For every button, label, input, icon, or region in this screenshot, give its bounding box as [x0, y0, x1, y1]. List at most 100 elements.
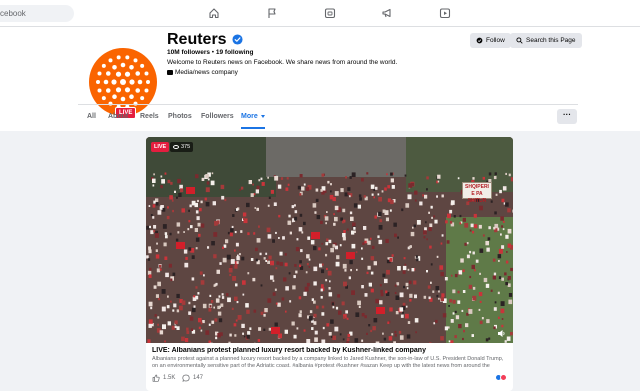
crowd-figure — [471, 264, 475, 270]
verified-badge-icon — [232, 34, 243, 45]
volume-icon[interactable] — [497, 329, 506, 338]
crowd-figure — [370, 256, 375, 261]
flag-icon[interactable] — [266, 7, 278, 19]
crowd-figure — [388, 336, 393, 341]
crowd-figure — [234, 334, 237, 337]
follow-button[interactable]: Follow — [470, 33, 511, 48]
followers-count[interactable]: 10M followers — [167, 49, 210, 56]
crowd-figure — [488, 172, 492, 176]
crowd-figure — [326, 267, 328, 270]
crowd-figure — [462, 269, 465, 273]
crowd-figure — [177, 231, 180, 234]
thumbs-up-icon — [152, 374, 160, 382]
crowd-figure — [155, 202, 159, 206]
crowd-figure — [321, 269, 325, 274]
crowd-figure — [155, 254, 160, 259]
post-title[interactable]: LIVE: Albanians protest planned luxury r… — [152, 347, 507, 354]
crowd-figure — [429, 223, 433, 228]
more-options-button[interactable]: ··· — [557, 109, 577, 124]
search-input[interactable]: cebook — [0, 5, 74, 22]
crowd-figure — [342, 208, 346, 213]
crowd-figure — [242, 332, 244, 335]
tab-about[interactable]: About — [108, 109, 128, 129]
following-count[interactable]: 19 following — [216, 49, 254, 56]
gaming-icon[interactable] — [439, 7, 451, 19]
crowd-figure — [348, 276, 351, 280]
crowd-figure — [400, 314, 404, 318]
home-icon[interactable] — [208, 7, 220, 19]
crowd-figure — [243, 217, 246, 221]
crowd-figure — [325, 253, 328, 257]
crowd-figure — [410, 231, 415, 237]
live-video-player[interactable]: SHQIPERI E PA SHITUR LIVE 375 — [146, 137, 513, 343]
search-page-button[interactable]: Search this Page — [510, 33, 582, 48]
crowd-figure — [188, 301, 191, 305]
crowd-figure — [219, 262, 222, 265]
crowd-figure — [399, 335, 404, 340]
crowd-figure — [313, 321, 317, 325]
logo-dot — [112, 64, 117, 70]
crowd-figure — [284, 329, 288, 334]
logo-dot — [120, 62, 126, 68]
crowd-figure — [385, 290, 388, 294]
briefcase-icon — [167, 70, 173, 75]
comment-count: 147 — [193, 375, 204, 381]
crowd-figure — [479, 300, 482, 303]
crowd-figure — [314, 330, 318, 335]
crowd-figure — [465, 323, 469, 328]
crowd-figure — [148, 249, 152, 254]
crowd-figure — [403, 285, 405, 289]
crowd-figure — [361, 285, 364, 289]
logo-dot — [140, 96, 145, 101]
comment-button[interactable]: 147 — [182, 374, 203, 382]
crowd-figure — [299, 264, 302, 268]
crowd-figure — [319, 263, 323, 268]
tab-followers[interactable]: Followers — [201, 109, 234, 129]
crowd-figure — [473, 213, 477, 218]
crowd-figure — [452, 312, 455, 315]
tab-photos[interactable]: Photos — [168, 109, 192, 129]
tab-reels[interactable]: Reels — [140, 109, 159, 129]
video-frame — [146, 137, 513, 343]
tab-more[interactable]: More — [241, 109, 265, 129]
page-category: Media/news company — [167, 69, 238, 76]
crowd-figure — [149, 225, 151, 229]
crowd-figure — [342, 233, 346, 238]
crowd-figure — [294, 264, 297, 267]
crowd-figure — [502, 228, 505, 231]
crowd-figure — [307, 236, 311, 240]
tab-all[interactable]: All — [87, 109, 96, 129]
crowd-figure — [332, 197, 336, 202]
crowd-figure — [165, 272, 169, 278]
crowd-figure — [371, 193, 374, 196]
crowd-figure — [402, 311, 404, 314]
crowd-figure — [153, 285, 157, 289]
crowd-figure — [350, 269, 352, 272]
crowd-figure — [189, 316, 194, 321]
crowd-figure — [150, 230, 154, 235]
crowd-figure — [225, 239, 229, 244]
crowd-figure — [205, 202, 210, 207]
crowd-figure — [276, 261, 280, 265]
crowd-figure — [247, 272, 250, 275]
crowd-figure — [347, 192, 350, 195]
marketplace-icon[interactable] — [324, 7, 336, 19]
like-count: 1.5K — [163, 375, 176, 381]
profile-avatar[interactable] — [89, 48, 157, 116]
crowd-figure — [493, 326, 496, 330]
crowd-figure — [286, 177, 289, 180]
crowd-figure — [387, 321, 390, 324]
crowd-figure — [459, 214, 462, 218]
like-button[interactable]: 1.5K — [152, 374, 175, 382]
crowd-figure — [291, 205, 295, 209]
crowd-figure — [399, 292, 404, 298]
crowd-figure — [254, 207, 256, 209]
megaphone-icon[interactable] — [381, 7, 393, 19]
crowd-figure — [377, 235, 380, 239]
crowd-figure — [462, 337, 464, 341]
crowd-figure — [153, 173, 155, 176]
crowd-figure — [258, 179, 261, 182]
reaction-summary[interactable] — [495, 374, 507, 381]
crowd-figure — [198, 233, 201, 237]
crowd-figure — [159, 330, 164, 335]
